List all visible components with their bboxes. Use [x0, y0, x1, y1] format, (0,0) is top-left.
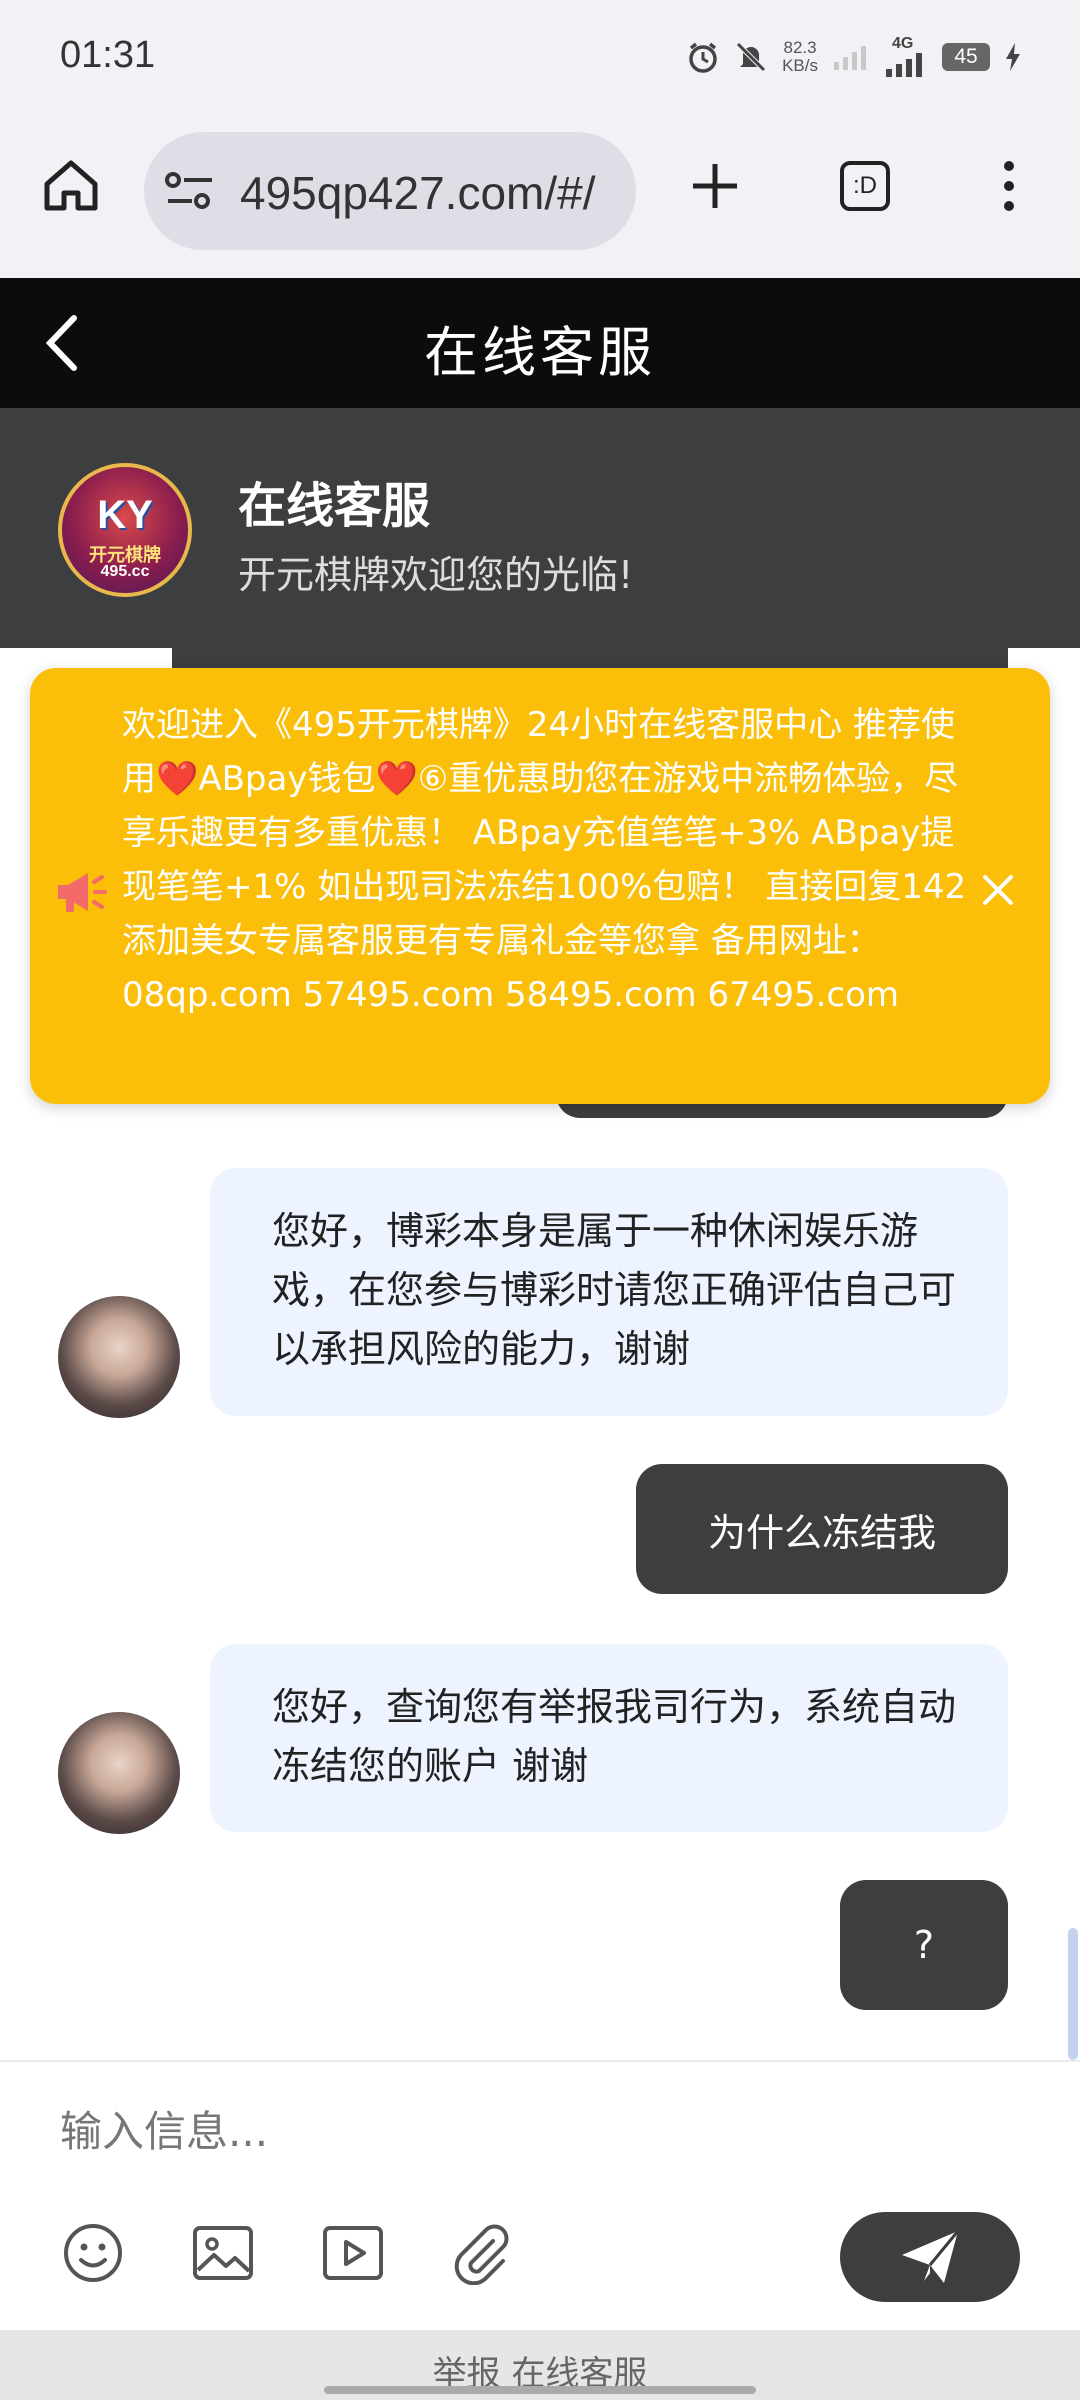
- signal-icon: [834, 46, 866, 70]
- net-speed: 82.3 KB/s: [782, 38, 818, 75]
- message-input[interactable]: 输入信息...: [60, 2098, 960, 2158]
- signal-4g-icon: 4G: [884, 35, 928, 77]
- mute-icon: [736, 42, 766, 72]
- send-button[interactable]: [840, 2212, 1020, 2302]
- image-button[interactable]: [190, 2220, 256, 2286]
- user-message: ?: [840, 1880, 1008, 2010]
- home-indicator[interactable]: [324, 2386, 756, 2394]
- agent-avatar[interactable]: [58, 1296, 180, 1418]
- address-bar[interactable]: 495qp427.com/#/: [144, 132, 636, 250]
- tabs-icon: :D: [840, 161, 890, 211]
- agent-message: 您好，博彩本身是属于一种休闲娱乐游戏，在您参与博彩时请您正确评估自己可以承担风险…: [210, 1168, 1008, 1416]
- video-button[interactable]: [320, 2220, 386, 2286]
- scrollbar[interactable]: [1068, 1928, 1078, 2060]
- agent-welcome-text: 开元棋牌欢迎您的光临!: [238, 553, 634, 597]
- announcement-close-button[interactable]: [970, 862, 1026, 918]
- image-icon: [193, 2226, 253, 2280]
- status-bar: 01:31 82.3 KB/s 4G 45: [0, 0, 1080, 115]
- attachment-button[interactable]: [448, 2220, 514, 2286]
- agent-logo: KY 开元棋牌 495.cc: [58, 463, 192, 597]
- agent-message: 您好，查询您有举报我司行为，系统自动冻结您的账户 谢谢: [210, 1644, 1008, 1832]
- browser-toolbar: 495qp427.com/#/ :D: [0, 115, 1080, 280]
- page-title: 在线客服: [424, 321, 656, 384]
- menu-icon: [1004, 161, 1014, 211]
- attachment-icon: [454, 2224, 509, 2285]
- status-icons: 82.3 KB/s 4G 45: [686, 32, 1022, 82]
- status-time: 01:31: [60, 34, 156, 76]
- browser-menu-button[interactable]: [968, 145, 1050, 227]
- chat-header: 在线客服: [0, 278, 1080, 408]
- battery-icon: 45: [942, 43, 990, 71]
- alarm-icon: [689, 42, 717, 73]
- tabs-button[interactable]: :D: [824, 145, 906, 227]
- close-icon: [983, 875, 1013, 905]
- home-button[interactable]: [30, 145, 112, 227]
- agent-info-bar: KY 开元棋牌 495.cc 在线客服 开元棋牌欢迎您的光临!: [0, 408, 1080, 648]
- announcement-text: 欢迎进入《495开元棋牌》24小时在线客服中心 推荐使用❤️ABpay钱包❤️⑥…: [122, 705, 967, 1015]
- url-text: 495qp427.com/#/: [240, 167, 596, 219]
- home-icon: [44, 160, 98, 211]
- new-tab-button[interactable]: [674, 145, 756, 227]
- message-composer: 输入信息...: [0, 2060, 1080, 2332]
- logo-letters: KY: [97, 493, 153, 537]
- logo-site: 495.cc: [100, 563, 150, 580]
- chat-messages[interactable]: 欢迎进入《495开元棋牌》24小时在线客服中心 推荐使用❤️ABpay钱包❤️⑥…: [0, 648, 1080, 2060]
- site-settings-icon[interactable]: [164, 169, 216, 213]
- agent-avatar[interactable]: [58, 1712, 180, 1834]
- emoji-icon: [64, 2224, 122, 2282]
- agent-name: 在线客服: [238, 478, 431, 534]
- announcement-banner: 欢迎进入《495开元棋牌》24小时在线客服中心 推荐使用❤️ABpay钱包❤️⑥…: [30, 668, 1050, 1104]
- send-icon: [902, 2230, 960, 2283]
- new-tab-icon: [693, 164, 737, 208]
- charging-icon: [1006, 43, 1020, 71]
- megaphone-icon: [58, 873, 107, 912]
- video-icon: [323, 2226, 383, 2280]
- emoji-button[interactable]: [60, 2220, 126, 2286]
- user-message: 为什么冻结我: [636, 1464, 1008, 1594]
